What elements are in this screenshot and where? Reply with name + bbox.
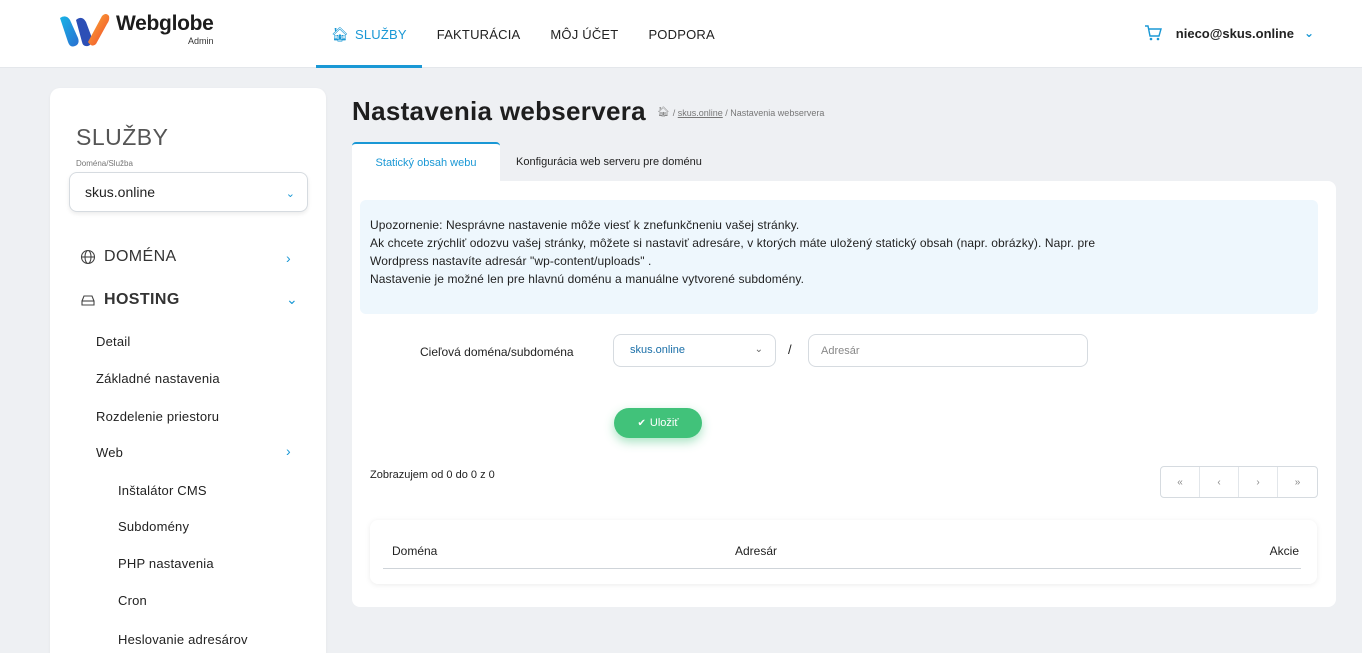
sidebar-item-subdomeny[interactable]: Subdomény <box>118 519 189 534</box>
service-select-value: skus.online <box>85 184 156 200</box>
sidebar-item-web[interactable]: Web <box>96 445 123 460</box>
chevron-down-icon: ⌄ <box>754 344 763 355</box>
server-icon <box>81 295 95 306</box>
column-header-adresar[interactable]: Adresár <box>735 544 777 558</box>
home-icon: 🏠︎ <box>331 25 349 42</box>
main-nav: 🏠︎ SLUŽBY FAKTURÁCIA MÔJ ÚČET PODPORA <box>316 0 730 68</box>
first-page-button[interactable]: « <box>1161 467 1200 497</box>
brand-name: Webglobe <box>116 12 214 35</box>
alert-line: Ak chcete zrýchliť odozvu vašej stránky,… <box>370 236 1096 250</box>
nav-moj-ucet-label: MÔJ ÚČET <box>550 26 619 42</box>
target-domain-select[interactable]: skus.online ⌄ <box>613 334 776 367</box>
path-separator: / <box>788 342 792 357</box>
brand-sub: Admin <box>188 36 214 46</box>
sidebar-item-domena[interactable]: DOMÉNA <box>80 248 177 266</box>
sidebar-item-detail[interactable]: Detail <box>96 334 130 349</box>
webglobe-logo-icon <box>60 14 110 47</box>
tab-staticky-obsah[interactable]: Statický obsah webu <box>352 142 500 182</box>
directory-input[interactable] <box>808 334 1088 367</box>
sidebar-title: SLUŽBY <box>76 124 169 150</box>
globe-icon <box>80 249 96 265</box>
pagination: « ‹ › » <box>1160 466 1318 498</box>
target-domain-select-value: skus.online <box>630 344 686 356</box>
chevron-right-icon[interactable]: › <box>286 443 291 459</box>
breadcrumb: 🏠︎ / skus.online / Nastavenia webservera <box>657 107 824 118</box>
nav-sluzby-label: SLUŽBY <box>354 26 407 42</box>
sidebar-item-instalator-cms[interactable]: Inštalátor CMS <box>118 483 207 498</box>
sidebar: SLUŽBY Doména/Služba skus.online ⌄ DOMÉN… <box>50 88 326 653</box>
chevron-down-icon: ⌄ <box>285 188 295 200</box>
nav-podpora-label: PODPORA <box>648 26 715 42</box>
nav-podpora[interactable]: PODPORA <box>633 0 729 68</box>
logo[interactable]: Webglobe Admin <box>58 12 214 48</box>
chevron-down-icon[interactable]: ⌄ <box>1304 26 1314 40</box>
user-menu[interactable]: nieco@skus.online ⌄ <box>1144 24 1314 42</box>
check-icon: ✔ <box>637 417 646 429</box>
sidebar-item-cron[interactable]: Cron <box>118 593 147 608</box>
next-page-button[interactable]: › <box>1239 467 1278 497</box>
prev-page-button[interactable]: ‹ <box>1200 467 1239 497</box>
save-button[interactable]: ✔ Uložiť <box>614 408 702 438</box>
column-header-domena[interactable]: Doména <box>392 544 437 558</box>
sidebar-item-rozdelenie-priestoru[interactable]: Rozdelenie priestoru <box>96 409 219 424</box>
chevron-down-icon[interactable]: ⌄ <box>286 291 298 308</box>
top-bar: Webglobe Admin 🏠︎ SLUŽBY FAKTURÁCIA MÔJ … <box>0 0 1362 68</box>
pagination-info: Zobrazujem od 0 do 0 z 0 <box>370 469 495 481</box>
alert-line: Wordpress nastavíte adresár "wp-content/… <box>370 254 652 268</box>
cart-icon[interactable] <box>1144 24 1162 42</box>
content-panel: Upozornenie: Nesprávne nastavenie môže v… <box>352 181 1336 607</box>
breadcrumb-current: / Nastavenia webservera <box>725 107 825 118</box>
sidebar-item-zakladne-nastavenia[interactable]: Základné nastavenia <box>96 371 220 386</box>
last-page-button[interactable]: » <box>1278 467 1317 497</box>
sidebar-item-label: HOSTING <box>104 291 180 308</box>
alert-line: Upozornenie: Nesprávne nastavenie môže v… <box>370 218 800 232</box>
sidebar-item-heslovanie-adresarov[interactable]: Heslovanie adresárov <box>118 632 248 647</box>
tab-konfiguracia[interactable]: Konfigurácia web serveru pre doménu <box>500 142 715 182</box>
breadcrumb-sep: / <box>672 107 676 118</box>
breadcrumb-link-domain[interactable]: skus.online <box>678 108 723 118</box>
sidebar-item-hosting[interactable]: HOSTING <box>80 291 180 309</box>
service-select[interactable]: skus.online ⌄ <box>69 172 308 212</box>
tabs: Statický obsah webu Konfigurácia web ser… <box>352 142 715 182</box>
column-header-akcie: Akcie <box>1269 544 1299 558</box>
sidebar-subtitle: Doména/Služba <box>76 159 133 168</box>
sidebar-item-php-nastavenia[interactable]: PHP nastavenia <box>118 556 214 571</box>
table-header-divider <box>383 568 1301 569</box>
alert-line: Nastavenie je možné len pre hlavnú domén… <box>370 272 805 286</box>
user-email[interactable]: nieco@skus.online <box>1176 26 1294 41</box>
target-domain-label: Cieľová doména/subdoména <box>420 345 574 359</box>
home-icon[interactable]: 🏠︎ <box>657 107 670 118</box>
page-title: Nastavenia webservera <box>352 96 646 126</box>
nav-fakturacia-label: FAKTURÁCIA <box>436 26 521 42</box>
save-button-label: Uložiť <box>649 417 679 429</box>
chevron-right-icon[interactable]: › <box>286 250 291 266</box>
warning-alert: Upozornenie: Nesprávne nastavenie môže v… <box>360 200 1318 314</box>
directories-table: Doména Adresár Akcie <box>370 520 1317 584</box>
sidebar-item-label: DOMÉNA <box>104 248 177 265</box>
nav-moj-ucet[interactable]: MÔJ ÚČET <box>535 0 633 68</box>
nav-sluzby[interactable]: 🏠︎ SLUŽBY <box>316 0 422 68</box>
nav-fakturacia[interactable]: FAKTURÁCIA <box>422 0 536 68</box>
